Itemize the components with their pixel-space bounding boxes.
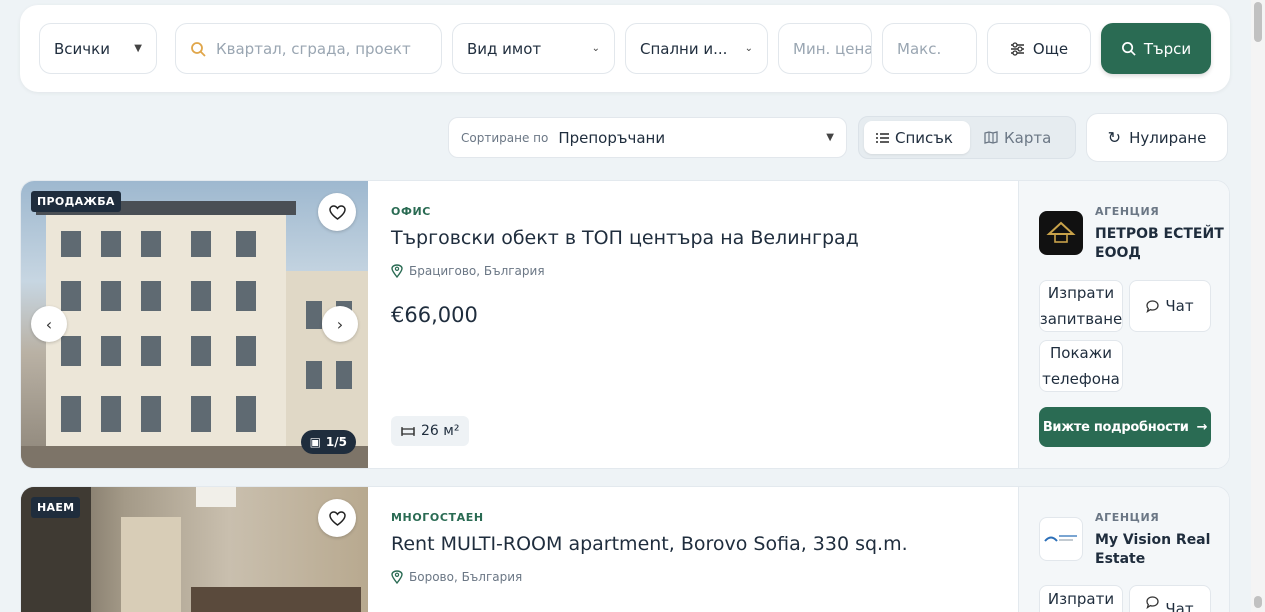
heart-icon	[328, 510, 346, 526]
listing-title[interactable]: Rent MULTI-ROOM apartment, Borovo Sofia,…	[391, 533, 908, 555]
favorite-button[interactable]	[318, 499, 356, 537]
listing-category: ОФИС	[391, 205, 431, 218]
deal-type-select[interactable]: Всички ▼	[39, 23, 157, 74]
send-inquiry-button[interactable]: Изпрати запитване	[1039, 280, 1123, 332]
listing-title[interactable]: Търговски обект в ТОП центъра на Велингр…	[391, 227, 859, 249]
chevron-down-icon: ⌄	[591, 43, 600, 54]
image-icon: ▣	[309, 435, 321, 449]
list-view-button[interactable]: Списък	[864, 121, 970, 154]
reset-button[interactable]: ↻ Нулиране	[1086, 113, 1228, 162]
show-phone-label: Покажи телефона	[1042, 344, 1120, 388]
min-price-input[interactable]: Мин. цена	[778, 23, 872, 74]
view-toggle: Списък Карта	[858, 116, 1076, 159]
chevron-right-icon: ›	[336, 314, 344, 334]
send-inquiry-label: Изпрати	[1047, 590, 1115, 608]
sort-label: Сортиране по	[461, 130, 549, 145]
agency-logo[interactable]	[1039, 211, 1083, 255]
send-inquiry-button[interactable]: Изпрати	[1039, 585, 1123, 612]
agency-panel: АГЕНЦИЯ My Vision Real Estate Изпрати Ча…	[1018, 487, 1229, 612]
agency-logo[interactable]	[1039, 517, 1083, 561]
search-button[interactable]: Търси	[1101, 23, 1211, 74]
search-icon	[1121, 42, 1136, 56]
reset-label: Нулиране	[1129, 128, 1207, 147]
deal-badge: ПРОДАЖБА	[31, 191, 121, 212]
heart-icon	[328, 204, 346, 220]
bedrooms-select[interactable]: Спални и... ⌄	[625, 23, 768, 74]
agency-name[interactable]: My Vision Real Estate	[1095, 531, 1225, 569]
photo-counter: ▣ 1/5	[300, 430, 356, 454]
agency-name[interactable]: ПЕТРОВ ЕСТЕЙТ ЕООД	[1095, 225, 1225, 263]
scrollbar-thumb[interactable]	[1254, 2, 1262, 42]
search-input[interactable]: Квартал, сграда, проект	[175, 23, 442, 74]
favorite-button[interactable]	[318, 193, 356, 231]
max-price-placeholder: Макс.	[897, 39, 942, 58]
arrow-right-icon: →	[1196, 419, 1208, 435]
bedrooms-value: Спални и...	[640, 39, 728, 58]
send-inquiry-label: Изпрати запитване	[1039, 284, 1123, 328]
page-scrollbar[interactable]	[1251, 0, 1265, 612]
listing-location: Борово, България	[391, 570, 522, 584]
chevron-down-icon: ⌄	[744, 43, 753, 54]
listing-area-text: 26 м²	[421, 423, 460, 439]
sliders-icon	[1010, 41, 1024, 56]
listing-card[interactable]: ПРОДАЖБА ‹ › ▣ 1/5 ОФИС Търговски обект …	[20, 180, 1230, 469]
refresh-icon: ↻	[1107, 128, 1122, 147]
search-placeholder: Квартал, сграда, проект	[216, 39, 411, 58]
more-filters-button[interactable]: Още	[987, 23, 1091, 74]
photo-counter-text: 1/5	[325, 435, 347, 449]
max-price-input[interactable]: Макс.	[882, 23, 977, 74]
search-bar: Всички ▼ Квартал, сграда, проект Вид имо…	[20, 5, 1230, 92]
agency-logo-icon	[1044, 535, 1077, 542]
listing-category: МНОГОСТАЕН	[391, 511, 484, 524]
chevron-down-icon: ▼	[134, 43, 142, 54]
scrollbar-arrow-down[interactable]	[1254, 596, 1262, 608]
chat-label: Чат	[1165, 600, 1194, 612]
list-icon	[876, 132, 889, 143]
map-view-button[interactable]: Карта	[972, 121, 1063, 154]
location-pin-icon	[391, 264, 403, 278]
bed-icon	[401, 427, 415, 436]
listing-photo[interactable]: ПРОДАЖБА ‹ › ▣ 1/5	[21, 181, 368, 468]
agency-label: АГЕНЦИЯ	[1095, 205, 1160, 218]
list-view-label: Списък	[895, 128, 953, 147]
sort-select[interactable]: Сортиране по Препоръчани ▼	[448, 117, 847, 158]
show-phone-button[interactable]: Покажи телефона	[1039, 340, 1123, 392]
agency-label: АГЕНЦИЯ	[1095, 511, 1160, 524]
property-type-value: Вид имот	[467, 39, 542, 58]
listing-photo[interactable]: НАЕМ	[21, 487, 368, 612]
search-button-label: Търси	[1143, 39, 1192, 58]
chevron-down-icon: ▼	[826, 132, 834, 143]
next-photo-button[interactable]: ›	[322, 306, 358, 342]
deal-badge: НАЕМ	[31, 497, 81, 518]
listing-location: Брацигово, България	[391, 264, 545, 278]
chat-button[interactable]: Чат	[1129, 585, 1211, 612]
more-filters-label: Още	[1032, 39, 1069, 58]
prev-photo-button[interactable]: ‹	[31, 306, 67, 342]
chat-bubble-icon	[1146, 596, 1160, 609]
min-price-placeholder: Мин. цена	[793, 39, 872, 58]
listing-area-chip: 26 м²	[391, 416, 470, 446]
search-icon	[191, 41, 206, 57]
chat-button[interactable]: Чат	[1129, 280, 1211, 332]
agency-panel: АГЕНЦИЯ ПЕТРОВ ЕСТЕЙТ ЕООД Изпрати запит…	[1018, 181, 1229, 468]
agency-logo-icon	[1046, 221, 1076, 243]
deal-type-value: Всички	[54, 39, 110, 58]
chevron-left-icon: ‹	[45, 314, 53, 334]
location-pin-icon	[391, 570, 403, 584]
sort-value: Препоръчани	[558, 128, 666, 147]
listing-card[interactable]: НАЕМ МНОГОСТАЕН Rent MULTI-ROOM apartmen…	[20, 486, 1230, 612]
view-details-button[interactable]: Вижте подробности →	[1039, 407, 1211, 447]
map-icon	[984, 131, 998, 144]
view-details-label: Вижте подробности	[1042, 419, 1189, 435]
chat-bubble-icon	[1146, 299, 1160, 313]
listing-price: €66,000	[391, 303, 478, 327]
map-view-label: Карта	[1004, 128, 1052, 147]
property-type-select[interactable]: Вид имот ⌄	[452, 23, 615, 74]
listing-location-text: Борово, България	[409, 570, 523, 584]
chat-label: Чат	[1165, 297, 1194, 315]
listing-location-text: Брацигово, България	[409, 264, 545, 278]
